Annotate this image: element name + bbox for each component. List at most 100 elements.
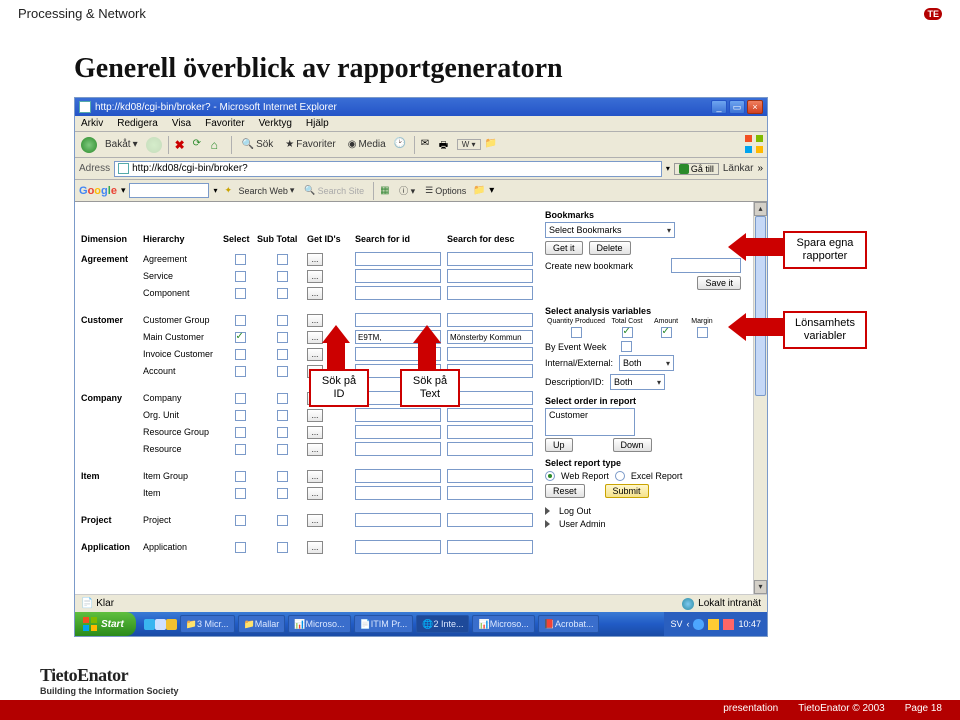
web-report-radio[interactable] bbox=[545, 471, 555, 481]
searchid-input[interactable] bbox=[355, 513, 441, 527]
tray-expand-icon[interactable]: ‹ bbox=[686, 619, 689, 629]
subtotal-checkbox[interactable] bbox=[277, 349, 288, 360]
select-checkbox[interactable] bbox=[235, 315, 246, 326]
getids-button[interactable]: ... bbox=[307, 287, 323, 300]
searchdesc-input[interactable] bbox=[447, 269, 533, 283]
tray-icon-2[interactable] bbox=[708, 619, 719, 630]
select-checkbox[interactable] bbox=[235, 515, 246, 526]
links-label[interactable]: Länkar bbox=[723, 163, 754, 174]
select-checkbox[interactable] bbox=[235, 542, 246, 553]
lang-indicator[interactable]: SV bbox=[670, 619, 682, 629]
getids-button[interactable]: ... bbox=[307, 514, 323, 527]
folder-icon[interactable]: 📁 bbox=[485, 138, 499, 152]
searchid-input[interactable] bbox=[355, 286, 441, 300]
scroll-down-icon[interactable]: ▾ bbox=[754, 580, 767, 594]
maximize-button[interactable]: ▭ bbox=[729, 100, 745, 114]
analysis-cb-amount[interactable] bbox=[661, 327, 672, 338]
getids-button[interactable]: ... bbox=[307, 443, 323, 456]
task-6[interactable]: 📕 Acrobat... bbox=[538, 615, 600, 633]
searchid-input[interactable] bbox=[355, 252, 441, 266]
menu-hjalp[interactable]: Hjälp bbox=[306, 118, 329, 129]
select-checkbox[interactable] bbox=[235, 393, 246, 404]
search-site-button[interactable]: 🔍 Search Site bbox=[301, 185, 367, 196]
history-icon[interactable]: 🕑 bbox=[394, 138, 408, 152]
subtotal-checkbox[interactable] bbox=[277, 542, 288, 553]
searchid-input[interactable] bbox=[355, 540, 441, 554]
rank-icon[interactable]: ▦ bbox=[380, 185, 392, 197]
menu-redigera[interactable]: Redigera bbox=[117, 118, 158, 129]
searchdesc-input[interactable] bbox=[447, 252, 533, 266]
subtotal-checkbox[interactable] bbox=[277, 254, 288, 265]
menu-visa[interactable]: Visa bbox=[172, 118, 191, 129]
searchdesc-input[interactable] bbox=[447, 408, 533, 422]
task-3[interactable]: 📄 ITIM Pr... bbox=[354, 615, 414, 633]
ql-ie-icon[interactable] bbox=[144, 619, 155, 630]
getids-button[interactable]: ... bbox=[307, 409, 323, 422]
up-button[interactable]: Up bbox=[545, 438, 573, 452]
mail-icon[interactable]: ✉ bbox=[421, 138, 435, 152]
task-0[interactable]: 📁 3 Micr... bbox=[180, 615, 235, 633]
subtotal-checkbox[interactable] bbox=[277, 471, 288, 482]
search-web-button[interactable]: ✦Search Web ▾ bbox=[222, 185, 298, 197]
subtotal-checkbox[interactable] bbox=[277, 488, 288, 499]
back-button[interactable]: Bakåt ▾ bbox=[101, 138, 142, 151]
getids-button[interactable]: ... bbox=[307, 348, 323, 361]
select-checkbox[interactable] bbox=[235, 471, 246, 482]
start-button[interactable]: Start bbox=[75, 612, 136, 636]
down-button[interactable]: Down bbox=[613, 438, 652, 452]
select-checkbox[interactable] bbox=[235, 488, 246, 499]
searchdesc-input[interactable] bbox=[447, 286, 533, 300]
forward-icon[interactable] bbox=[146, 137, 162, 153]
task-1[interactable]: 📁 Mallar bbox=[238, 615, 286, 633]
searchdesc-input[interactable] bbox=[447, 469, 533, 483]
task-2[interactable]: 📊 Microso... bbox=[288, 615, 350, 633]
intext-select[interactable]: Both bbox=[619, 355, 674, 371]
back-icon[interactable] bbox=[81, 137, 97, 153]
searchdesc-input[interactable] bbox=[447, 540, 533, 554]
searchdesc-input[interactable] bbox=[447, 313, 533, 327]
edit-button[interactable]: W ▾ bbox=[457, 139, 481, 150]
useradmin-link[interactable]: User Admin bbox=[559, 519, 606, 529]
info-button[interactable]: ⓘ ▾ bbox=[396, 184, 418, 197]
getids-button[interactable]: ... bbox=[307, 541, 323, 554]
getids-button[interactable]: ... bbox=[307, 253, 323, 266]
subtotal-checkbox[interactable] bbox=[277, 410, 288, 421]
getids-button[interactable]: ... bbox=[307, 331, 323, 344]
print-icon[interactable]: 🖶 bbox=[439, 138, 453, 152]
scroll-up-icon[interactable]: ▴ bbox=[754, 202, 767, 216]
refresh-icon[interactable]: ⟳ bbox=[193, 138, 207, 152]
address-input[interactable]: http://kd08/cgi-bin/broker? bbox=[114, 161, 662, 177]
getids-button[interactable]: ... bbox=[307, 470, 323, 483]
tray-icon-1[interactable] bbox=[693, 619, 704, 630]
analysis-cb-cost[interactable] bbox=[622, 327, 633, 338]
descid-select[interactable]: Both bbox=[610, 374, 665, 390]
delete-button[interactable]: Delete bbox=[589, 241, 631, 255]
options-button[interactable]: ☰ Options bbox=[422, 185, 469, 196]
select-checkbox[interactable] bbox=[235, 254, 246, 265]
submit-button[interactable]: Submit bbox=[605, 484, 649, 498]
subtotal-checkbox[interactable] bbox=[277, 444, 288, 455]
subtotal-checkbox[interactable] bbox=[277, 515, 288, 526]
search-button[interactable]: 🔍 Sök bbox=[238, 138, 278, 151]
media-button[interactable]: ◉ Media bbox=[344, 138, 390, 151]
bookmarks-select[interactable]: Select Bookmarks bbox=[545, 222, 675, 238]
stop-icon[interactable]: ✖ bbox=[175, 138, 189, 152]
subtotal-checkbox[interactable] bbox=[277, 332, 288, 343]
select-checkbox[interactable] bbox=[235, 410, 246, 421]
menu-verktyg[interactable]: Verktyg bbox=[259, 118, 292, 129]
select-checkbox[interactable] bbox=[235, 271, 246, 282]
select-checkbox[interactable] bbox=[235, 349, 246, 360]
menu-favoriter[interactable]: Favoriter bbox=[205, 118, 244, 129]
getids-button[interactable]: ... bbox=[307, 314, 323, 327]
menu-arkiv[interactable]: Arkiv bbox=[81, 118, 103, 129]
close-button[interactable]: × bbox=[747, 100, 763, 114]
searchdesc-input[interactable] bbox=[447, 347, 533, 361]
searchdesc-input[interactable] bbox=[447, 425, 533, 439]
searchid-input[interactable] bbox=[355, 442, 441, 456]
searchdesc-input[interactable] bbox=[447, 442, 533, 456]
searchid-input[interactable] bbox=[355, 269, 441, 283]
byweek-checkbox[interactable] bbox=[621, 341, 632, 352]
favorites-button[interactable]: ★ Favoriter bbox=[281, 138, 339, 151]
tray-icon-3[interactable] bbox=[723, 619, 734, 630]
ql-outlook-icon[interactable] bbox=[166, 619, 177, 630]
